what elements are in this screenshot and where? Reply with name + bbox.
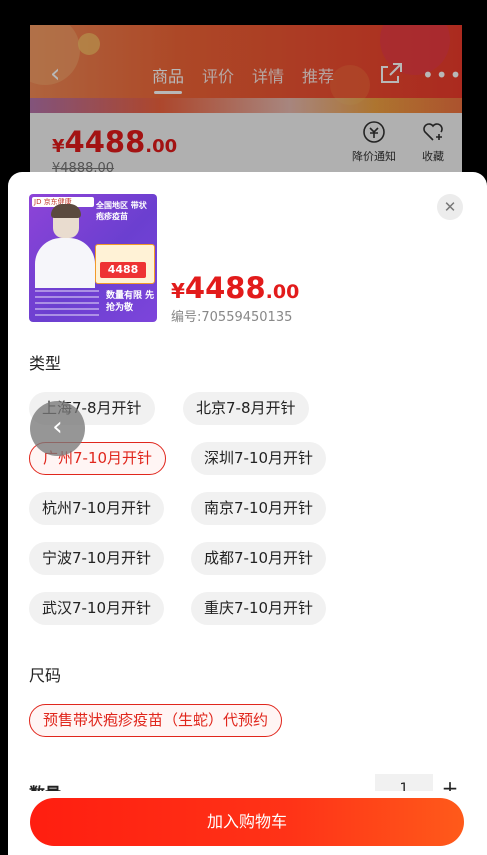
type-option[interactable]: 北京7-8月开针 [183,392,309,425]
favorite-label: 收藏 [422,150,444,163]
more-button[interactable]: ••• [422,65,462,85]
background-price: ¥4488.00 [52,125,177,159]
back-button[interactable]: ‹ [50,61,60,87]
sku-number: 编号:70559450135 [171,310,293,325]
more-dots-icon: ••• [422,63,462,87]
close-icon: ✕ [443,198,457,216]
size-option-selected[interactable]: 预售带状疱疹疫苗（生蛇）代预约 [29,704,283,737]
thumbnail-price-box: 4488 [95,244,155,284]
sku-selection-sheet: ✕ JD 京东健康 全国地区 带状疱疹疫苗 4488 数量有限 先抢为敬 ¥44… [8,172,487,855]
thumbnail-title: 全国地区 带状疱疹疫苗 [96,201,147,221]
tab-details[interactable]: 详情 [252,63,284,87]
banner-image-strip [30,98,462,113]
price-drop-notify-button[interactable]: 降价通知 [344,120,404,164]
favorite-button[interactable]: 收藏 [403,120,462,164]
banner-decoration [78,33,100,55]
heart-plus-icon [423,123,443,141]
type-option[interactable]: 南京7-10月开针 [191,492,327,525]
price-integer: 4488 [184,271,266,305]
tab-recommend[interactable]: 推荐 [302,63,334,87]
doctor-hair [51,204,81,218]
type-section-title: 类型 [29,354,62,373]
share-icon [381,63,402,83]
price-integer: 4488 [64,125,146,159]
add-to-cart-button[interactable]: 加入购物车 [30,798,464,846]
price-currency: ¥ [171,279,185,303]
sheet-price: ¥4488.00 [171,271,299,305]
thumbnail-price-badge: 4488 [100,262,146,278]
price-drop-bell-icon [363,121,385,143]
product-thumbnail: JD 京东健康 全国地区 带状疱疹疫苗 4488 数量有限 先抢为敬 [29,194,157,322]
chevron-left-icon: ‹ [52,412,63,442]
price-drop-label: 降价通知 [352,150,396,163]
product-page-background: ‹ 商品 评价 详情 推荐 ••• ¥4488.00 ¥4888.00 降价通知… [30,25,462,185]
type-option[interactable]: 武汉7-10月开针 [29,592,165,625]
tab-bar: 商品 评价 详情 推荐 [152,63,334,94]
size-section-title: 尺码 [29,666,62,685]
type-option[interactable]: 深圳7-10月开针 [191,442,327,475]
price-currency: ¥ [52,136,65,157]
type-option[interactable]: 杭州7-10月开针 [29,492,165,525]
doctor-figure [35,238,95,288]
price-decimal: .00 [145,136,178,157]
thumbnail-text-lines [35,290,99,318]
price-decimal: .00 [265,281,300,303]
floating-back-button[interactable]: ‹ [30,401,85,456]
type-option[interactable]: 重庆7-10月开针 [191,592,327,625]
type-option[interactable]: 成都7-10月开针 [191,542,327,575]
thumbnail-fineprint [99,248,151,258]
tab-product[interactable]: 商品 [152,63,184,94]
share-button[interactable] [378,61,404,85]
chevron-left-icon: ‹ [50,59,61,89]
tab-reviews[interactable]: 评价 [202,63,234,87]
type-option[interactable]: 宁波7-10月开针 [29,542,165,575]
thumbnail-slogan: 数量有限 先抢为敬 [106,291,155,313]
close-button[interactable]: ✕ [437,194,463,220]
